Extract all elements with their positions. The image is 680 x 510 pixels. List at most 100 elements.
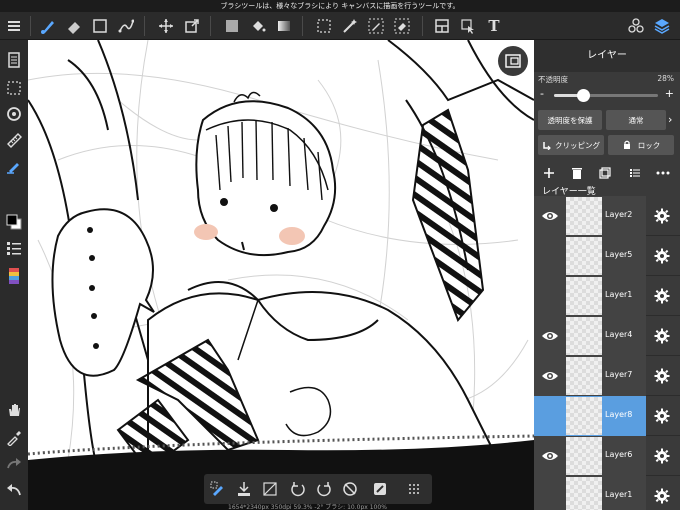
color-swatch-icon[interactable] [4,212,24,232]
snap-pen-icon[interactable] [4,156,24,176]
vector-pen-icon[interactable] [116,16,136,36]
clipping-label: クリッピング [555,140,600,150]
eye-icon[interactable] [538,326,562,346]
opacity-value: 28% [657,74,674,83]
eye-icon[interactable] [538,406,562,426]
layer-thumbnail [566,437,602,475]
gear-icon[interactable] [652,246,672,266]
navigator-button[interactable] [498,46,528,76]
layer-row[interactable]: Layer1 [534,276,680,316]
eye-icon[interactable] [538,486,562,506]
layer-thumbnail [566,197,602,235]
gear-icon[interactable] [652,206,672,226]
opacity-slider[interactable] [554,89,658,102]
layer-name: Layer1 [605,490,633,499]
redo-icon[interactable] [4,454,24,474]
menu-icon[interactable] [4,16,24,36]
gear-icon[interactable] [652,406,672,426]
layer-name: Layer6 [605,450,633,459]
gear-icon[interactable] [652,446,672,466]
snap-icon[interactable] [370,479,390,499]
rotate-right-icon[interactable] [314,479,334,499]
selection-area-icon[interactable] [4,78,24,98]
select-none-icon[interactable] [260,479,280,499]
select-pen-icon[interactable] [366,16,386,36]
layers-icon[interactable] [652,16,672,36]
add-layer-icon[interactable] [540,164,558,182]
layer-row[interactable]: Layer1 [534,476,680,510]
clipping-button[interactable]: クリッピング [538,135,604,155]
reset-icon[interactable] [340,479,360,499]
select-layer-icon[interactable] [458,16,478,36]
gear-icon[interactable] [652,286,672,306]
fill-color-icon[interactable] [222,16,242,36]
chevron-right-icon[interactable]: › [668,110,678,130]
move-icon[interactable] [156,16,176,36]
eye-icon[interactable] [538,366,562,386]
select-eraser-icon[interactable] [392,16,412,36]
left-toolbar [0,40,28,510]
magic-wand-icon[interactable] [340,16,360,36]
transform-icon[interactable] [182,16,202,36]
layer-list: Layer2 Layer5 Layer1 Layer4 Layer7 Layer8 Laye… [534,196,680,510]
main-toolbar: T [0,12,680,40]
eraser-icon[interactable] [64,16,84,36]
brush-list-icon[interactable] [4,238,24,258]
selection-save-icon[interactable] [234,479,254,499]
material-icon[interactable] [626,16,646,36]
rotate-left-icon[interactable] [288,479,308,499]
eye-icon[interactable] [538,446,562,466]
opacity-slider-knob[interactable] [577,89,591,102]
gradient-icon[interactable] [274,16,294,36]
layer-panel: レイヤー 不透明度 28% - + 透明度を保護 通常 › クリッピング ロック… [534,40,680,510]
layer-row[interactable]: Layer7 [534,356,680,396]
duplicate-layer-icon[interactable] [596,164,614,182]
opacity-label: 不透明度 [538,75,568,84]
bucket-icon[interactable] [248,16,268,36]
rotate-icon[interactable] [4,104,24,124]
drawing-canvas[interactable] [28,40,534,510]
gear-icon[interactable] [652,366,672,386]
brush-icon[interactable] [38,16,58,36]
layer-thumbnail [566,237,602,275]
grid-icon[interactable] [404,479,424,499]
gear-icon[interactable] [652,486,672,506]
palette-icon[interactable] [4,266,24,286]
opacity-decrease-button[interactable]: - [540,87,544,100]
rectangle-icon[interactable] [90,16,110,36]
more-icon[interactable] [654,164,672,182]
frame-icon[interactable] [432,16,452,36]
clipping-icon [543,142,551,150]
select-icon[interactable] [314,16,334,36]
eyedropper-icon[interactable] [4,428,24,448]
layer-name: Layer8 [605,410,633,419]
text-icon[interactable]: T [484,16,504,36]
trash-icon[interactable] [568,164,586,182]
eye-icon[interactable] [538,286,562,306]
undo-icon[interactable] [4,480,24,500]
layer-thumbnail [566,357,602,395]
layer-row[interactable]: Layer2 [534,196,680,236]
layer-row[interactable]: Layer4 [534,316,680,356]
lock-label: ロック [637,140,661,150]
layer-name: Layer4 [605,330,633,339]
layer-row[interactable]: Layer8 [534,396,680,436]
layer-list-icon[interactable] [626,164,644,182]
layer-name: Layer5 [605,250,633,259]
canvas-info: 1654*2340px 350dpi 59.3% -2° ブラシ: 10.0px… [228,504,387,510]
page-icon[interactable] [4,50,24,70]
layer-row[interactable]: Layer5 [534,236,680,276]
protect-alpha-button[interactable]: 透明度を保護 [538,110,602,130]
gear-icon[interactable] [652,326,672,346]
artwork-illustration [28,40,534,510]
blend-mode-button[interactable]: 通常 [606,110,666,130]
eye-icon[interactable] [538,206,562,226]
ruler-icon[interactable] [4,130,24,150]
lock-button[interactable]: ロック [608,135,674,155]
opacity-increase-button[interactable]: + [665,87,674,100]
hand-icon[interactable] [4,400,24,420]
eye-icon[interactable] [538,246,562,266]
layer-actions [534,162,680,184]
layer-row[interactable]: Layer6 [534,436,680,476]
selection-pen-icon[interactable] [208,479,228,499]
